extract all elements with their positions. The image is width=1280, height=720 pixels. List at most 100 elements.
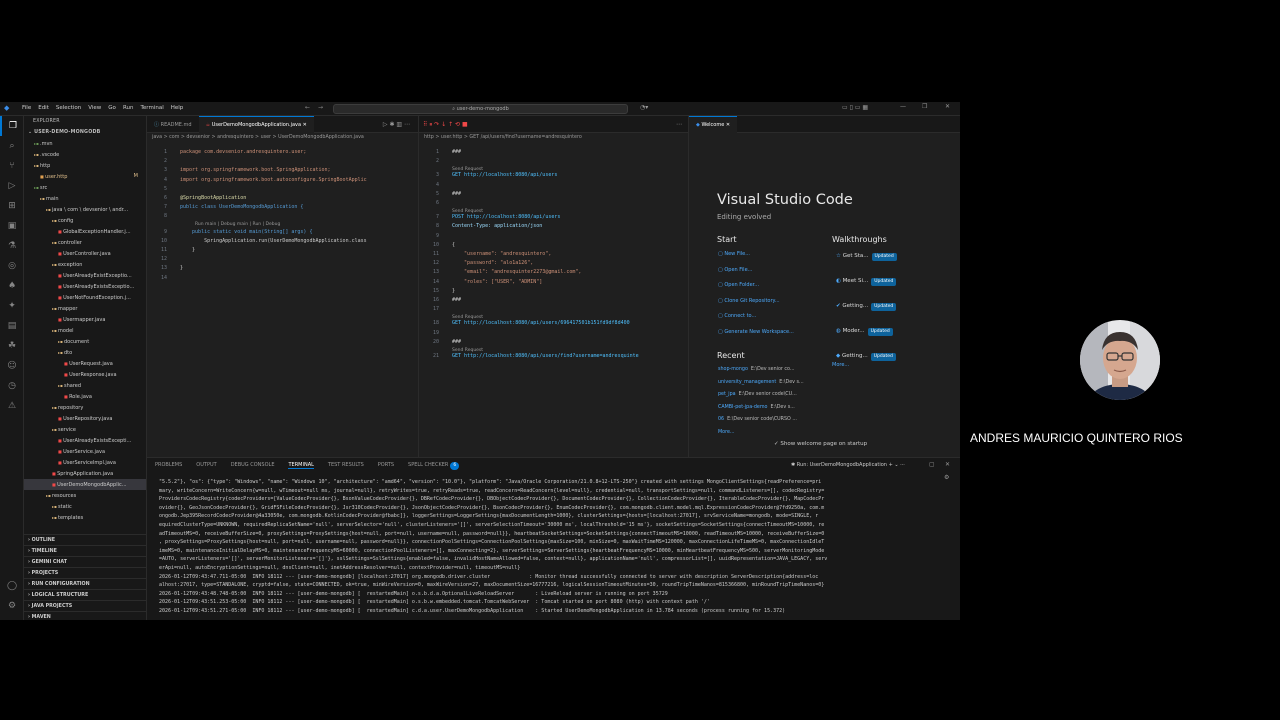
- send-request-link[interactable]: Send Request: [452, 315, 483, 320]
- tree-folder[interactable]: ▸▪ shared: [24, 380, 146, 391]
- menu-item-run[interactable]: Run: [123, 105, 134, 111]
- tree-file[interactable]: ■ UserAlreadyExistsExcepti...: [24, 435, 146, 446]
- menu-item-edit[interactable]: Edit: [38, 105, 49, 111]
- send-request-link[interactable]: Send Request: [452, 348, 483, 353]
- walkthrough-item[interactable]: ◐ Meet Si... Updated: [836, 275, 897, 300]
- start-item[interactable]: ▢ New File...: [718, 247, 794, 263]
- run-icon[interactable]: ▷: [383, 121, 388, 128]
- tree-folder[interactable]: ▸▪ static: [24, 501, 146, 512]
- close-window-icon[interactable]: ✕: [945, 103, 950, 110]
- more-actions-icon[interactable]: ⋯: [900, 462, 905, 468]
- tree-folder[interactable]: ▸▪ config: [24, 215, 146, 226]
- tree-folder[interactable]: ▸▪ mapper: [24, 303, 146, 314]
- menu-item-file[interactable]: File: [22, 105, 31, 111]
- gemini-icon[interactable]: ✦: [0, 296, 24, 316]
- tree-file[interactable]: ■ UserRequest.java: [24, 358, 146, 369]
- panel-tab-output[interactable]: OUTPUT: [196, 462, 216, 468]
- tree-file[interactable]: ■ Role.java: [24, 391, 146, 402]
- tree-file[interactable]: ■ Usermapper.java: [24, 314, 146, 325]
- menu-item-selection[interactable]: Selection: [56, 105, 81, 111]
- tree-folder[interactable]: ▸▪ service: [24, 424, 146, 435]
- send-request-link[interactable]: Send Request: [452, 209, 483, 214]
- panel-tab-ports[interactable]: PORTS: [378, 462, 394, 468]
- start-item[interactable]: ▢ Generate New Workspace...: [718, 325, 794, 341]
- walkthrough-more-link[interactable]: More...: [832, 362, 849, 368]
- maximize-panel-icon[interactable]: ▢: [929, 458, 935, 472]
- http-breadcrumb[interactable]: http > user.http > GET /api/users/find?u…: [419, 133, 688, 143]
- panel-tab-terminal[interactable]: TERMINAL: [288, 462, 314, 469]
- tree-file[interactable]: ■ UserService.java: [24, 446, 146, 457]
- section-projects[interactable]: › PROJECTS: [24, 567, 146, 578]
- start-item[interactable]: ▢ Open File...: [718, 263, 794, 279]
- menu-item-help[interactable]: Help: [171, 105, 184, 111]
- timeline-icon[interactable]: ◷: [0, 376, 24, 396]
- tree-folder[interactable]: ▸▪ exception: [24, 259, 146, 270]
- terminal-output[interactable]: "5.5.2"}, "os": {"type": "Windows", "nam…: [147, 472, 960, 616]
- start-item[interactable]: ▢ Open Folder...: [718, 278, 794, 294]
- forward-arrow-icon[interactable]: →: [318, 104, 323, 111]
- source-control-icon[interactable]: ⑂: [0, 156, 24, 176]
- java-code[interactable]: 1 package com.devsenior.andresquintero.us…: [147, 149, 419, 449]
- debug-toolbar[interactable]: ⠿ ⏸ ↷ ↓ ↑ ⟲ ■: [423, 116, 468, 133]
- close-tab-icon[interactable]: ✕: [303, 122, 307, 128]
- flask-icon[interactable]: ⚠: [0, 396, 24, 416]
- maximize-icon[interactable]: ❐: [922, 103, 927, 110]
- settings-gear-icon[interactable]: ⚙: [0, 596, 24, 616]
- panel-tab-debug-console[interactable]: DEBUG CONSOLE: [231, 462, 275, 468]
- terminal-run-selector[interactable]: ✱ Run: UserDemoMongodbApplication + ⌄ ⋯: [791, 458, 905, 472]
- tab-welcome[interactable]: ◆ Welcome ✕: [689, 116, 738, 133]
- workspace-root[interactable]: ⌄ USER-DEMO-MONGODB: [24, 127, 146, 138]
- tab-user-demo-application[interactable]: ☕ UserDemoMongodbApplication.java ✕: [198, 116, 314, 133]
- tree-folder[interactable]: ▸▪ .vscode: [24, 149, 146, 160]
- tree-file[interactable]: ■ UserNotFoundException.j...: [24, 292, 146, 303]
- tree-folder[interactable]: ▸▪ http: [24, 160, 146, 171]
- walkthrough-item[interactable]: ✔ Getting... Updated: [836, 300, 897, 325]
- codelens-run-debug[interactable]: Run main | Debug main | Run | Debug: [195, 222, 280, 227]
- tree-folder[interactable]: ▸▪ templates: [24, 512, 146, 523]
- recent-item[interactable]: shop-mongo E:\Dev senior co...: [718, 364, 804, 377]
- tree-file[interactable]: ■ SpringApplication.java: [24, 468, 146, 479]
- close-tab-icon[interactable]: ✕: [726, 122, 730, 128]
- copilot-icon[interactable]: ◔▾: [640, 104, 648, 111]
- tree-folder[interactable]: ▸▪ main: [24, 193, 146, 204]
- start-item[interactable]: ▢ Connect to...: [718, 309, 794, 325]
- editor-actions[interactable]: ▷ ✱ ▥ ⋯: [383, 116, 410, 133]
- close-panel-icon[interactable]: ✕: [945, 458, 950, 472]
- recent-item[interactable]: university_management E:\Dev s...: [718, 377, 804, 390]
- menu-item-view[interactable]: View: [88, 105, 101, 111]
- section-java-projects[interactable]: › JAVA PROJECTS: [24, 600, 146, 611]
- tree-file[interactable]: ■ UserServiceImpl.java: [24, 457, 146, 468]
- account-icon[interactable]: ◯: [0, 576, 24, 596]
- mongodb-leaf-icon[interactable]: ♠: [0, 276, 24, 296]
- menu-item-go[interactable]: Go: [108, 105, 116, 111]
- search-icon[interactable]: ⌕: [0, 136, 24, 156]
- tree-file[interactable]: ■ UserController.java: [24, 248, 146, 259]
- debug-icon[interactable]: ✱: [389, 121, 394, 128]
- panel-tab-spell-checker[interactable]: SPELL CHECKER: [408, 462, 448, 468]
- tree-folder[interactable]: ▸▪ controller: [24, 237, 146, 248]
- add-terminal-icon[interactable]: + ⌄: [889, 462, 899, 468]
- show-on-startup-checkbox[interactable]: ✓ Show welcome page on startup: [774, 441, 867, 447]
- recent-item[interactable]: 06 E:\Dev senior code\CURSO ...: [718, 414, 804, 427]
- run-debug-icon[interactable]: ▷: [0, 176, 24, 196]
- tree-file[interactable]: ■ GlobalExceptionHandler.j...: [24, 226, 146, 237]
- back-arrow-icon[interactable]: ←: [305, 104, 310, 111]
- command-center-search[interactable]: ⌕ user-demo-mongodb: [333, 104, 628, 114]
- walkthrough-item[interactable]: ☆ Get Sta... Updated: [836, 250, 897, 275]
- more-actions-icon[interactable]: ⋯: [676, 116, 682, 133]
- minimize-icon[interactable]: —: [900, 103, 906, 110]
- start-item[interactable]: ▢ Clone Git Repository...: [718, 294, 794, 310]
- http-code[interactable]: 1 ### 2 Send Request 3 GET http://localhost:8…: [419, 149, 689, 449]
- section-gemini-chat[interactable]: › GEMINI CHAT: [24, 556, 146, 567]
- tree-folder[interactable]: ▸▪ src: [24, 182, 146, 193]
- spring-icon[interactable]: ☘: [0, 336, 24, 356]
- testing-icon[interactable]: ⚗: [0, 236, 24, 256]
- menu-item-terminal[interactable]: Terminal: [140, 105, 163, 111]
- terminal-settings-icon[interactable]: ⚙: [944, 474, 949, 481]
- recent-item[interactable]: CAMBI-pet-jpa-demo E:\Dev s...: [718, 402, 804, 415]
- tree-file[interactable]: ■ UserRepository.java: [24, 413, 146, 424]
- tree-folder[interactable]: ▸▪ resources: [24, 490, 146, 501]
- tree-file[interactable]: ■ UserResponse.java: [24, 369, 146, 380]
- tree-folder[interactable]: ▸▪ .mvn: [24, 138, 146, 149]
- extensions-icon[interactable]: ⊞: [0, 196, 24, 216]
